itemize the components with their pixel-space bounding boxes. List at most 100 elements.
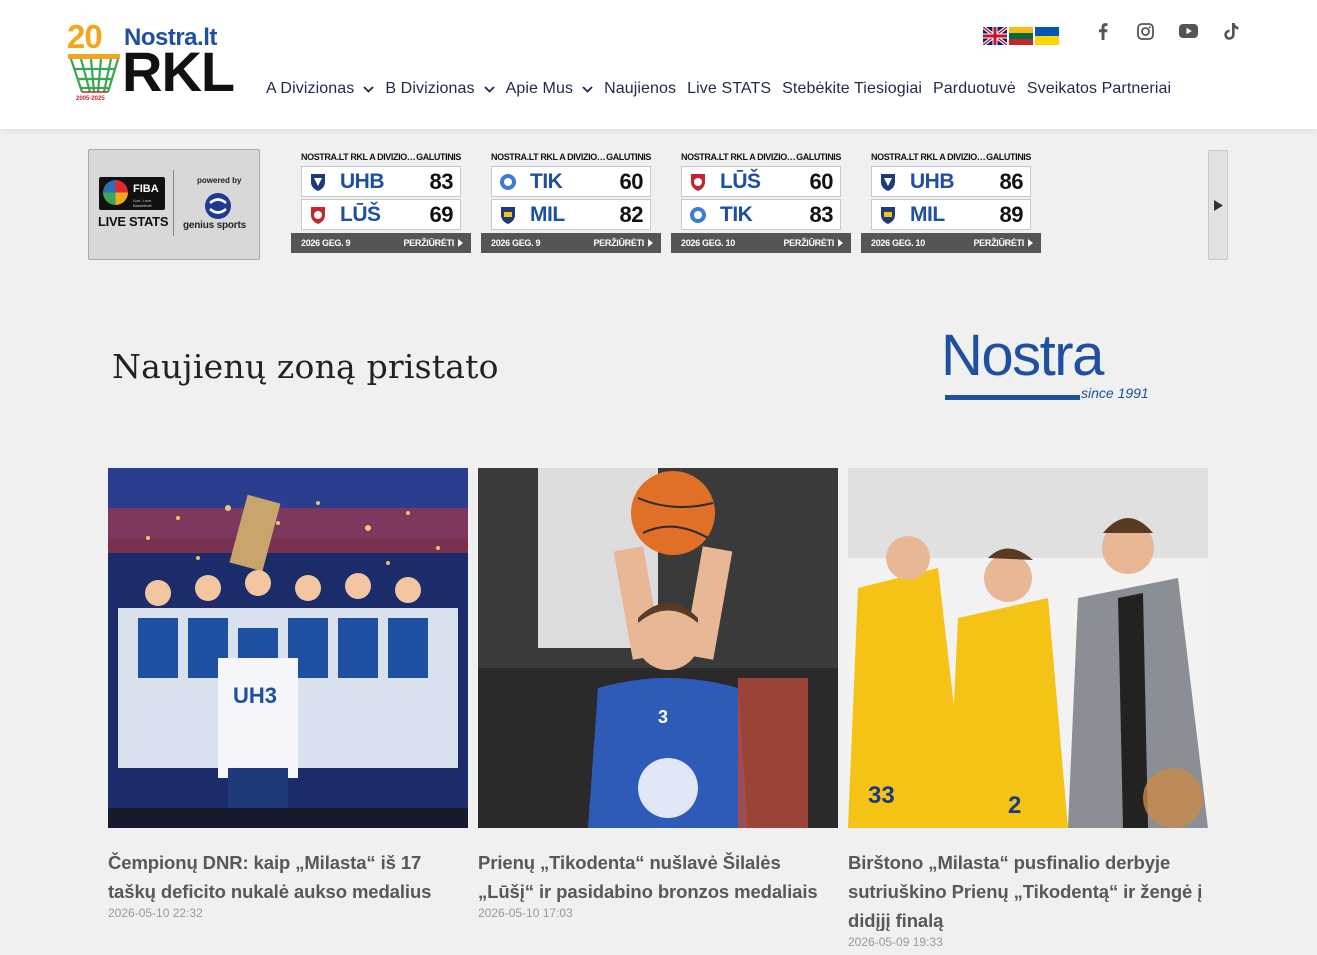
language-switcher [983,27,1059,45]
team-row-away: MIL 82 [491,199,651,230]
nav-item-label: B Divizionas [385,80,475,97]
fiba-logo: FIBA Live. Love. Basketball [99,177,165,210]
team-score: 83 [429,168,454,194]
team-score: 82 [619,201,644,227]
main-navigation: A Divizionas B Divizionas Apie Mus Nauji… [266,80,1182,98]
news-image[interactable]: 3 [478,468,838,828]
game-status: GALUTINIS [606,152,651,162]
game-card[interactable]: NOSTRA.LT RKL A DIVIZIONAS GALUTINIS LŪŠ… [671,152,851,253]
team-score: 69 [429,201,454,227]
team-row-home: UHB 86 [871,166,1031,197]
team-crest-icon [878,172,898,192]
chevron-down-icon [483,85,495,93]
nav-stebekite-tiesiogiai[interactable]: Stebėkite Tiesiogiai [782,80,922,98]
site-header: 20 Nostra.lt RKL 2005-2025 A Divizionas … [0,0,1317,129]
team-crest-icon [688,205,708,225]
game-view-link[interactable]: PERŽIŪRĖTI [403,238,463,248]
lithuanian-flag-icon[interactable] [1009,27,1033,45]
news-card[interactable]: UH3 Čempionų DNR: kaip „Milasta“ iš 17 t… [108,468,468,920]
svg-text:3: 3 [658,707,668,727]
basketball-hoop-icon [68,54,120,93]
nav-apie-mus[interactable]: Apie Mus [506,80,594,98]
team-abbr: MIL [910,202,945,226]
game-header: NOSTRA.LT RKL A DIVIZIONAS GALUTINIS [861,152,1041,166]
sponsor-presents-text: Naujienų zoną pristato [112,347,499,386]
game-competition: NOSTRA.LT RKL A DIVIZIONAS [871,152,986,162]
team-row-home: TIK 60 [491,166,651,197]
fiba-livestats-panel[interactable]: FIBA Live. Love. Basketball LIVE STATS p… [88,149,260,260]
nav-a-divizionas[interactable]: A Divizionas [266,80,374,98]
team-abbr: LŪŠ [340,202,381,226]
sponsor-name: Nostra [941,323,1104,388]
team-score: 89 [999,201,1024,227]
nav-item-label: Naujienos [604,80,677,97]
game-view-link[interactable]: PERŽIŪRĖTI [593,238,653,248]
social-links [1081,20,1253,42]
team-abbr: UHB [340,169,384,193]
caret-right-icon [838,239,843,247]
game-view-link[interactable]: PERŽIŪRĖTI [783,238,843,248]
team-row-away: TIK 83 [681,199,841,230]
scoreboard-next-button[interactable] [1208,150,1228,260]
news-title[interactable]: Prienų „Tikodenta“ nušlavė Šilalės „Lūšį… [478,848,838,906]
logo-years: 2005-2025 [76,96,105,102]
game-competition: NOSTRA.LT RKL A DIVIZIONAS [681,152,796,162]
nav-live-stats[interactable]: Live STATS [687,80,771,98]
game-view-label: PERŽIŪRĖTI [783,238,834,248]
tiktok-icon[interactable] [1210,20,1253,42]
game-card[interactable]: NOSTRA.LT RKL A DIVIZIONAS GALUTINIS TIK… [481,152,661,253]
game-date: 2026 GEG. 10 [871,238,925,248]
nav-item-label: Sveikatos Partneriai [1026,80,1172,97]
genius-sports-icon [205,193,231,219]
team-score: 60 [809,168,834,194]
game-footer: 2026 GEG. 10 PERŽIŪRĖTI [671,233,851,253]
team-row-home: UHB 83 [301,166,461,197]
team-score: 60 [619,168,644,194]
game-card[interactable]: NOSTRA.LT RKL A DIVIZIONAS GALUTINIS UHB… [291,152,471,253]
logo-brand-main: RKL [122,40,235,103]
team-abbr: UHB [910,169,954,193]
nav-item-label: A Divizionas [266,80,355,97]
ukrainian-flag-icon[interactable] [1035,27,1059,45]
chevron-down-icon [582,85,593,93]
nav-parduotuve[interactable]: Parduotuvė [933,80,1016,98]
news-title[interactable]: Čempionų DNR: kaip „Milasta“ iš 17 taškų… [108,848,468,906]
svg-text:2: 2 [1008,792,1021,819]
game-date: 2026 GEG. 9 [301,238,351,248]
facebook-icon[interactable] [1081,20,1124,42]
play-right-icon [1213,199,1223,211]
team-abbr: MIL [530,202,565,226]
game-footer: 2026 GEG. 10 PERŽIŪRĖTI [861,233,1041,253]
fiba-ball-icon [103,180,128,205]
news-card[interactable]: 3 Prienų „Tikodenta“ nušlavė Šilalės „Lū… [478,468,838,920]
game-header: NOSTRA.LT RKL A DIVIZIONAS GALUTINIS [671,152,851,166]
news-image[interactable]: 33 2 [848,468,1208,828]
site-logo[interactable]: 20 Nostra.lt RKL 2005-2025 [64,18,239,106]
nav-sveikatos-partneriai[interactable]: Sveikatos Partneriai [1027,80,1171,98]
sponsor-underline [945,395,1080,400]
live-stats-label: LIVE STATS [98,214,169,229]
nav-item-label: Parduotuvė [933,80,1016,97]
english-flag-icon[interactable] [983,27,1007,45]
team-crest-icon [688,172,708,192]
nav-b-divizionas[interactable]: B Divizionas [385,80,495,98]
game-status: GALUTINIS [416,152,461,162]
news-image[interactable]: UH3 [108,468,468,828]
youtube-icon[interactable] [1167,20,1210,42]
news-date: 2026-05-10 22:32 [108,906,203,920]
nostra-sponsor-logo[interactable]: Nostra since 1991 [941,322,1161,412]
nav-naujienos[interactable]: Naujienos [604,80,676,98]
game-view-link[interactable]: PERŽIŪRĖTI [973,238,1033,248]
game-footer: 2026 GEG. 9 PERŽIŪRĖTI [481,233,661,253]
news-date: 2026-05-10 17:03 [478,906,573,920]
team-abbr: LŪŠ [720,169,761,193]
news-title[interactable]: Birštono „Milasta“ pusfinalio derbyje su… [848,848,1208,935]
powered-by-label: powered by [197,176,242,185]
genius-sports-label: genius sports [183,220,246,231]
instagram-icon[interactable] [1124,20,1167,42]
news-card[interactable]: 33 2 Birštono „Milasta“ pusfinalio derby… [848,468,1208,949]
game-card[interactable]: NOSTRA.LT RKL A DIVIZIONAS GALUTINIS UHB… [861,152,1041,253]
game-status: GALUTINIS [796,152,841,162]
nav-item-label: Stebėkite Tiesiogiai [782,80,922,97]
game-header: NOSTRA.LT RKL A DIVIZIONAS GALUTINIS [481,152,661,166]
